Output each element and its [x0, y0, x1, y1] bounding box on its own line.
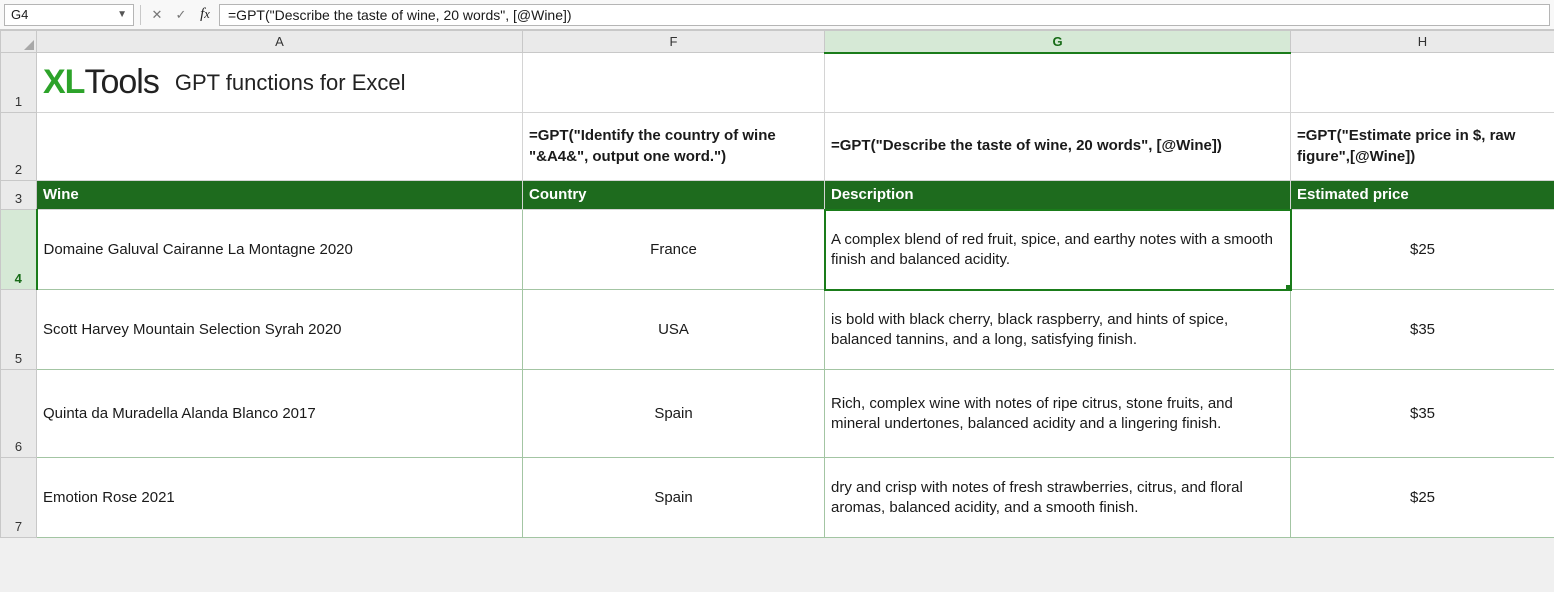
row-2: 2 =GPT("Identify the country of wine "&A…	[1, 113, 1554, 181]
row-header-5[interactable]: 5	[1, 290, 37, 370]
cell-price[interactable]: $25	[1291, 458, 1554, 538]
cell-price[interactable]: $35	[1291, 370, 1554, 458]
cell-wine[interactable]: Quinta da Muradella Alanda Blanco 2017	[37, 370, 523, 458]
formula-input[interactable]: =GPT("Describe the taste of wine, 20 wor…	[219, 4, 1550, 26]
header-wine[interactable]: Wine	[37, 181, 523, 210]
cell-country[interactable]: USA	[523, 290, 825, 370]
cell-A2[interactable]	[37, 113, 523, 181]
cell-F1[interactable]	[523, 53, 825, 113]
cell-country[interactable]: France	[523, 210, 825, 290]
row-3-table-header: 3 Wine Country Description Estimated pri…	[1, 181, 1554, 210]
xltools-logo: XLTools	[43, 60, 159, 106]
row-header-2[interactable]: 2	[1, 113, 37, 181]
table-row: 5 Scott Harvey Mountain Selection Syrah …	[1, 290, 1554, 370]
cell-H2[interactable]: =GPT("Estimate price in $, raw figure",[…	[1291, 113, 1554, 181]
col-header-G[interactable]: G	[825, 31, 1291, 53]
row-header-3[interactable]: 3	[1, 181, 37, 210]
cell-wine[interactable]: Emotion Rose 2021	[37, 458, 523, 538]
row-1: 1 XLTools GPT functions for Excel	[1, 53, 1554, 113]
cell-country[interactable]: Spain	[523, 370, 825, 458]
cell-H1[interactable]	[1291, 53, 1554, 113]
cell-description[interactable]: is bold with black cherry, black raspber…	[825, 290, 1291, 370]
col-header-A[interactable]: A	[37, 31, 523, 53]
cell-A1[interactable]: XLTools GPT functions for Excel	[37, 53, 523, 113]
row-header-7[interactable]: 7	[1, 458, 37, 538]
cell-G1[interactable]	[825, 53, 1291, 113]
table-row: 4 Domaine Galuval Cairanne La Montagne 2…	[1, 210, 1554, 290]
col-header-H[interactable]: H	[1291, 31, 1554, 53]
col-header-F[interactable]: F	[523, 31, 825, 53]
header-country[interactable]: Country	[523, 181, 825, 210]
select-all-corner[interactable]	[1, 31, 37, 53]
accept-formula-icon[interactable]: ✓	[171, 5, 191, 25]
cancel-formula-icon[interactable]: ✕	[147, 5, 167, 25]
spreadsheet: A F G H 1 XLTools GPT functions for Exce…	[0, 30, 1554, 538]
fx-icon[interactable]: fx	[195, 5, 215, 25]
row-header-6[interactable]: 6	[1, 370, 37, 458]
cell-wine[interactable]: Domaine Galuval Cairanne La Montagne 202…	[37, 210, 523, 290]
cell-wine[interactable]: Scott Harvey Mountain Selection Syrah 20…	[37, 290, 523, 370]
table-row: 6 Quinta da Muradella Alanda Blanco 2017…	[1, 370, 1554, 458]
name-box-value: G4	[11, 7, 28, 22]
cell-country[interactable]: Spain	[523, 458, 825, 538]
cell-description[interactable]: Rich, complex wine with notes of ripe ci…	[825, 370, 1291, 458]
row-header-4[interactable]: 4	[1, 210, 37, 290]
chevron-down-icon[interactable]: ▼	[117, 9, 127, 20]
formula-input-value: =GPT("Describe the taste of wine, 20 wor…	[228, 7, 572, 23]
name-box[interactable]: G4 ▼	[4, 4, 134, 26]
column-headers: A F G H	[1, 31, 1554, 53]
table-row: 7 Emotion Rose 2021 Spain dry and crisp …	[1, 458, 1554, 538]
cell-price[interactable]: $35	[1291, 290, 1554, 370]
divider	[140, 5, 141, 25]
row-header-1[interactable]: 1	[1, 53, 37, 113]
cell-description[interactable]: A complex blend of red fruit, spice, and…	[825, 210, 1291, 290]
cell-price[interactable]: $25	[1291, 210, 1554, 290]
logo-subtitle: GPT functions for Excel	[175, 68, 406, 98]
formula-bar: G4 ▼ ✕ ✓ fx =GPT("Describe the taste of …	[0, 0, 1554, 30]
cell-description[interactable]: dry and crisp with notes of fresh strawb…	[825, 458, 1291, 538]
cell-F2[interactable]: =GPT("Identify the country of wine "&A4&…	[523, 113, 825, 181]
header-description[interactable]: Description	[825, 181, 1291, 210]
header-estimated-price[interactable]: Estimated price	[1291, 181, 1554, 210]
cell-G2[interactable]: =GPT("Describe the taste of wine, 20 wor…	[825, 113, 1291, 181]
